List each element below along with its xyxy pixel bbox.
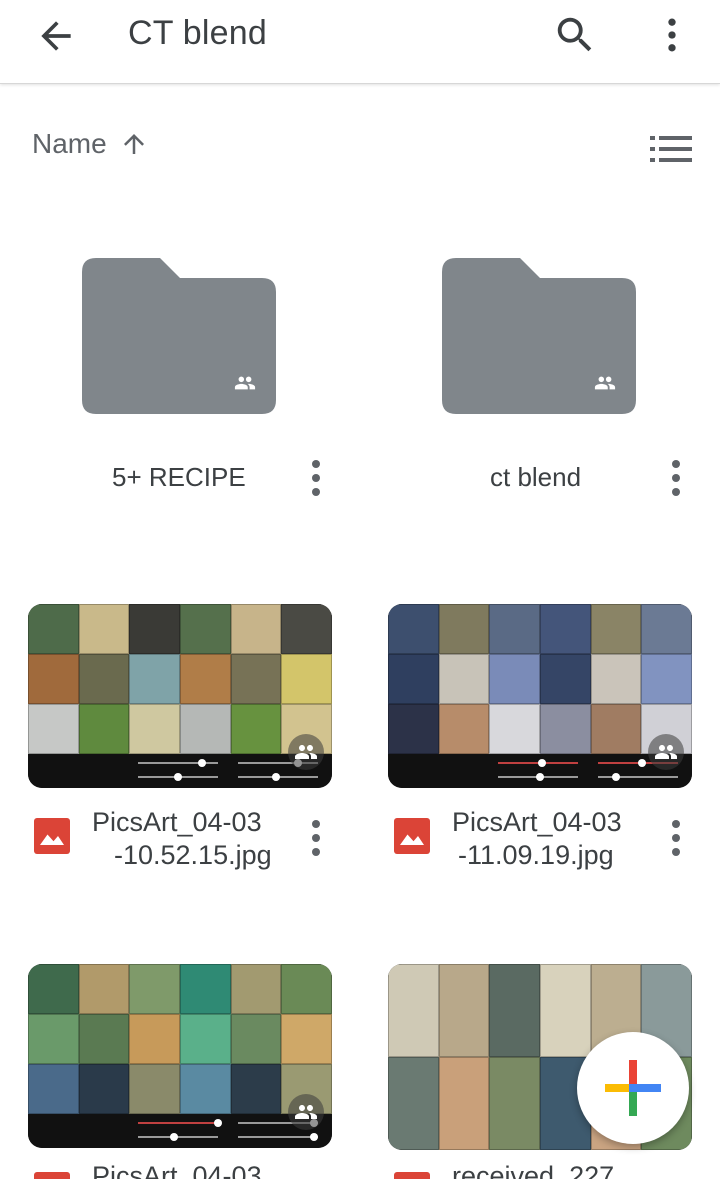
file-name: received_227 [452,1160,614,1179]
file-thumbnail [28,604,332,788]
folder-name: 5+ RECIPE [112,462,246,492]
sort-bar: Name [0,120,720,176]
arrow-upward-icon [123,134,144,154]
shared-people-icon [288,734,324,770]
more-vert-icon[interactable] [664,818,688,858]
list-view-icon[interactable] [650,132,692,166]
file-name-line1: PicsArt_04-03 [92,807,262,837]
folder-title: CT blend [128,14,267,52]
more-vert-icon[interactable] [650,12,694,58]
more-vert-icon[interactable] [304,458,328,498]
shared-people-icon [288,1094,324,1130]
new-fab-button[interactable] [577,1032,689,1144]
back-arrow-icon[interactable] [34,14,78,58]
file-name-line2: -11.09.19.jpg [458,840,614,870]
file-card[interactable]: PicsArt_04-03 -10.52.15.jpg [0,600,360,890]
file-name-line2: -10.52.15.jpg [114,840,272,870]
file-name: PicsArt_04-03 -10.52.15.jpg [92,806,272,872]
file-name-line1: received_227 [452,1161,615,1179]
sort-label: Name [32,128,107,159]
folder-card[interactable]: 5+ RECIPE [0,240,360,520]
more-vert-icon[interactable] [304,818,328,858]
file-thumbnail [28,964,332,1148]
shared-people-icon [594,376,616,390]
folder-card[interactable]: ct blend [360,240,720,520]
folder-name: ct blend [490,462,582,492]
image-file-icon [394,818,430,854]
file-thumbnail [388,604,692,788]
image-file-icon [34,818,70,854]
file-card[interactable]: PicsArt_04-03 -11.09.19.jpg [360,600,720,890]
file-name: PicsArt_04-03 [92,1160,262,1179]
top-app-bar: CT blend [0,0,720,84]
search-icon[interactable] [552,12,598,58]
sort-by-name-button[interactable]: Name [32,128,149,160]
file-name-line1: PicsArt_04-03 [92,1161,262,1179]
shared-people-icon [648,734,684,770]
file-name: PicsArt_04-03 -11.09.19.jpg [452,806,622,872]
file-card[interactable]: PicsArt_04-03 [0,960,360,1179]
file-name-line1: PicsArt_04-03 [452,807,622,837]
more-vert-icon[interactable] [664,458,688,498]
shared-people-icon [234,376,256,390]
add-icon [605,1060,661,1116]
image-file-icon [394,1172,430,1179]
image-file-icon [34,1172,70,1179]
